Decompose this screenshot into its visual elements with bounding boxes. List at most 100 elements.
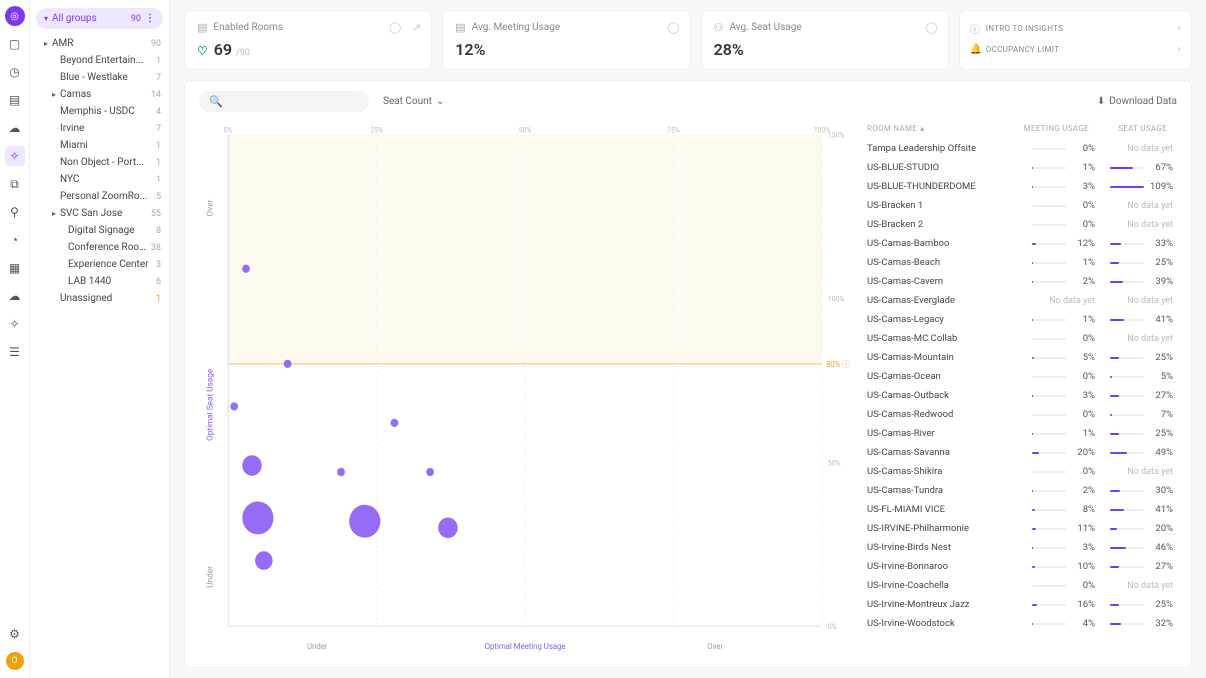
avatar[interactable]: O [6, 652, 24, 670]
tree-item[interactable]: Irvine7 [36, 120, 163, 137]
nav-icon-4[interactable]: ☁ [5, 118, 25, 138]
tree-item[interactable]: Personal ZoomRo...5 [36, 188, 163, 205]
all-groups-label: All groups [52, 13, 97, 24]
svg-text:80% ⓘ: 80% ⓘ [826, 360, 850, 369]
more-icon[interactable]: ⋮ [145, 13, 155, 24]
heart-icon: ♡ [197, 44, 208, 58]
nav-icon-7[interactable]: ⚲ [5, 202, 25, 222]
nav-icon-1[interactable]: ▢ [5, 34, 25, 54]
group-tree: ▸AMR90Beyond Entertain...1Blue - Westlak… [36, 35, 163, 307]
table-row[interactable]: US-Camas-MC Collab0%No data yet [867, 329, 1177, 348]
sort-icon: ▴ [920, 124, 924, 133]
svg-text:Under: Under [307, 642, 328, 651]
tree-item[interactable]: Digital Signage8 [36, 222, 163, 239]
settings-icon[interactable]: ⚙ [5, 624, 25, 644]
nav-icon-10[interactable]: ☁ [5, 286, 25, 306]
svg-text:50%: 50% [828, 458, 841, 467]
th-seat-usage[interactable]: SEAT USAGE [1089, 124, 1167, 133]
help-icon[interactable]: ◯ [926, 21, 938, 34]
card-value: 12% [455, 40, 485, 59]
tree-item[interactable]: ▸SVC San Jose55 [36, 205, 163, 222]
external-link-icon[interactable]: ↗ [412, 21, 421, 34]
chevron-down-icon: ▾ [44, 14, 48, 23]
room-table: ROOM NAME ▴ MEETING USAGE SEAT USAGE Tam… [867, 122, 1177, 657]
insight-link[interactable]: ⓘINTRO TO INSIGHTS› [970, 17, 1181, 40]
app-logo-icon[interactable]: ◎ [5, 6, 25, 26]
all-groups-pill[interactable]: ▾ All groups 90 ⋮ [36, 8, 163, 29]
table-row[interactable]: US-Camas-Outback3%27% [867, 386, 1177, 405]
nav-insights-icon[interactable]: ✧ [5, 146, 25, 166]
table-row[interactable]: US-BLUE-THUNDERDOME3%109% [867, 177, 1177, 196]
table-row[interactable]: Tampa Leadership Offsite0%No data yet [867, 139, 1177, 158]
filter-label: Seat Count [383, 96, 432, 107]
table-row[interactable]: US-Bracken 10%No data yet [867, 196, 1177, 215]
table-row[interactable]: US-Irvine-Bonnaroo10%27% [867, 557, 1177, 576]
card-enabled-rooms: ◯ ↗ ▤Enabled Rooms ♡69/90 [184, 10, 432, 70]
table-row[interactable]: US-Camas-EvergladeNo data yetNo data yet [867, 291, 1177, 310]
card-subvalue: /90 [236, 48, 250, 58]
search-input[interactable]: 🔍 [199, 91, 369, 112]
card-title: Enabled Rooms [213, 22, 283, 33]
nav-icon-3[interactable]: ▤ [5, 90, 25, 110]
tree-item[interactable]: Experience Center3 [36, 256, 163, 273]
tree-item[interactable]: LAB 14406 [36, 273, 163, 290]
tree-item[interactable]: Blue - Westlake7 [36, 69, 163, 86]
table-row[interactable]: US-Camas-Legacy1%41% [867, 310, 1177, 329]
tree-item[interactable]: NYC1 [36, 171, 163, 188]
table-row[interactable]: US-Camas-Ocean0%5% [867, 367, 1177, 386]
tree-item[interactable]: ▸AMR90 [36, 35, 163, 52]
th-meeting-usage[interactable]: MEETING USAGE [1019, 124, 1089, 133]
card-seat-usage: ◯ ⚇Avg. Seat Usage 28% [701, 10, 949, 70]
svg-text:Over: Over [707, 642, 723, 651]
help-icon[interactable]: ◯ [667, 21, 679, 34]
tree-item[interactable]: Conference Roo...38 [36, 239, 163, 256]
card-insights: ⓘINTRO TO INSIGHTS›🔔OCCUPANCY LIMIT› [959, 10, 1192, 70]
table-row[interactable]: US-Bracken 20%No data yet [867, 215, 1177, 234]
card-meeting-usage: ◯ ▤Avg. Meeting Usage 12% [442, 10, 690, 70]
table-row[interactable]: US-Irvine-Montreux Jazz16%25% [867, 595, 1177, 614]
table-row[interactable]: US-Irvine-Woodstock4%32% [867, 614, 1177, 633]
svg-text:0%: 0% [828, 622, 837, 631]
table-row[interactable]: US-Irvine-Coachella0%No data yet [867, 576, 1177, 595]
tree-item[interactable]: Memphis - USDC4 [36, 103, 163, 120]
table-row[interactable]: US-Camas-Mountain5%25% [867, 348, 1177, 367]
nav-icon-12[interactable]: ☰ [5, 342, 25, 362]
table-row[interactable]: US-Camas-Redwood0%7% [867, 405, 1177, 424]
nav-icon-9[interactable]: ▦ [5, 258, 25, 278]
card-title: Avg. Meeting Usage [472, 22, 560, 33]
table-row[interactable]: US-Camas-Savanna20%49% [867, 443, 1177, 462]
help-icon[interactable]: ◯ [389, 21, 401, 34]
groups-sidebar: ▾ All groups 90 ⋮ ▸AMR90Beyond Entertain… [30, 0, 170, 678]
icon-sidebar: ◎ ▢ ◷ ▤ ☁ ✧ ⧉ ⚲ ◔ ▦ ☁ ✧ ☰ ⚙ O [0, 0, 30, 678]
filter-dropdown[interactable]: Seat Count ⌄ [383, 96, 444, 107]
tree-item[interactable]: Non Object - Port...1 [36, 154, 163, 171]
table-row[interactable]: US-Camas-Tundra2%30% [867, 481, 1177, 500]
table-row[interactable]: US-Camas-Cavern2%39% [867, 272, 1177, 291]
download-button[interactable]: ⬇ Download Data [1097, 96, 1177, 107]
table-row[interactable]: US-Camas-Bamboo12%33% [867, 234, 1177, 253]
download-icon: ⬇ [1097, 96, 1105, 107]
tree-item[interactable]: Unassigned1 [36, 290, 163, 307]
table-row[interactable]: US-BLUE-STUDIO1%67% [867, 158, 1177, 177]
table-body[interactable]: Tampa Leadership Offsite0%No data yetUS-… [867, 139, 1177, 657]
table-row[interactable]: US-FL-MIAMI VICE8%41% [867, 500, 1177, 519]
table-row[interactable]: US-Camas-River1%25% [867, 424, 1177, 443]
nav-icon-2[interactable]: ◷ [5, 62, 25, 82]
nav-icon-8[interactable]: ◔ [5, 230, 25, 250]
insight-link[interactable]: 🔔OCCUPANCY LIMIT› [970, 40, 1181, 59]
table-row[interactable]: US-IRVINE-Philharmonie11%20% [867, 519, 1177, 538]
svg-text:75%: 75% [667, 125, 680, 134]
nav-icon-11[interactable]: ✧ [5, 314, 25, 334]
tree-item[interactable]: Miami1 [36, 137, 163, 154]
svg-text:Optimal Seat Usage: Optimal Seat Usage [206, 369, 215, 441]
table-row[interactable]: US-Irvine-Birds Nest3%46% [867, 538, 1177, 557]
tree-item[interactable]: Beyond Entertain...1 [36, 52, 163, 69]
table-row[interactable]: US-Camas-Beach1%25% [867, 253, 1177, 272]
th-room-name[interactable]: ROOM NAME ▴ [867, 124, 1019, 133]
search-icon: 🔍 [209, 95, 223, 108]
nav-icon-6[interactable]: ⧉ [5, 174, 25, 194]
svg-text:100%: 100% [828, 294, 844, 303]
table-row[interactable]: US-Camas-Shikira0%No data yet [867, 462, 1177, 481]
tree-item[interactable]: ▸Camas14 [36, 86, 163, 103]
card-title: Avg. Seat Usage [729, 22, 801, 33]
